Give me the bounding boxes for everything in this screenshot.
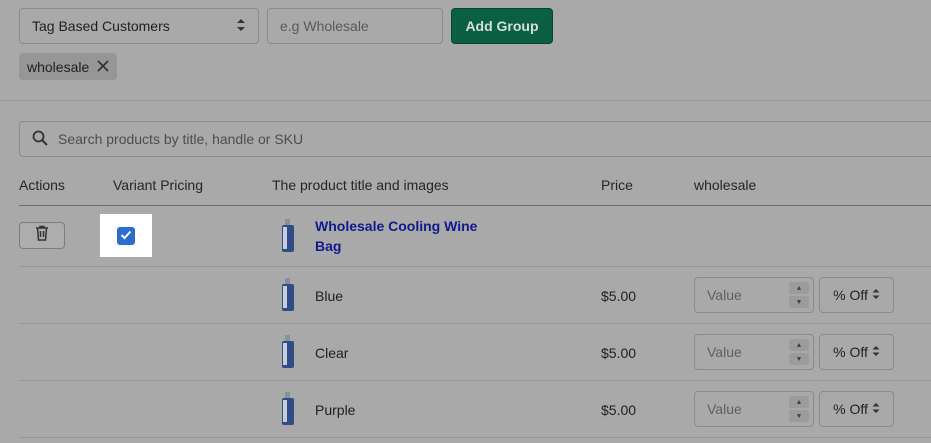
stepper-down-icon[interactable]: ▼ [789, 296, 809, 308]
variant-name: Purple [315, 402, 356, 418]
group-name-placeholder: e.g Wholesale [280, 18, 369, 34]
variant-image [280, 278, 296, 317]
value-stepper[interactable]: ▲ ▼ [789, 282, 809, 308]
stepper-up-icon[interactable]: ▲ [789, 282, 809, 294]
group-name-input[interactable]: e.g Wholesale [267, 8, 443, 44]
trash-icon [35, 225, 49, 246]
discount-type-value: % Off [833, 287, 868, 303]
wholesale-value-input[interactable]: Value ▲ ▼ [694, 277, 814, 313]
header-product-title: The product title and images [272, 177, 449, 193]
tag-chip-label: wholesale [27, 58, 90, 75]
checkmark-icon [120, 227, 132, 245]
select-arrows-icon [872, 344, 880, 360]
add-group-button[interactable]: Add Group [451, 8, 553, 44]
stepper-up-icon[interactable]: ▲ [789, 339, 809, 351]
customer-group-select-value: Tag Based Customers [32, 18, 170, 34]
variant-image [280, 335, 296, 374]
remove-tag-icon[interactable] [97, 59, 109, 75]
stepper-down-icon[interactable]: ▼ [789, 410, 809, 422]
discount-type-value: % Off [833, 401, 868, 417]
variant-price: $5.00 [601, 402, 637, 418]
value-stepper[interactable]: ▲ ▼ [789, 339, 809, 365]
delete-button[interactable] [19, 222, 65, 249]
variant-price: $5.00 [601, 288, 637, 304]
variant-price: $5.00 [601, 345, 637, 361]
header-price: Price [601, 177, 633, 193]
wholesale-value-input[interactable]: Value ▲ ▼ [694, 334, 814, 370]
select-arrows-icon [872, 401, 880, 417]
wholesale-value-input[interactable]: Value ▲ ▼ [694, 391, 814, 427]
row-divider [19, 380, 931, 381]
row-divider [19, 437, 931, 438]
product-search-input[interactable]: Search products by title, handle or SKU [19, 121, 931, 157]
value-stepper[interactable]: ▲ ▼ [789, 396, 809, 422]
value-placeholder: Value [707, 344, 742, 360]
tag-chip: wholesale [19, 53, 118, 80]
customer-group-select[interactable]: Tag Based Customers [19, 8, 259, 44]
section-divider [0, 100, 931, 101]
value-placeholder: Value [707, 287, 742, 303]
value-placeholder: Value [707, 401, 742, 417]
product-image [280, 219, 296, 258]
discount-type-select[interactable]: % Off [819, 391, 894, 427]
select-arrows-icon [872, 287, 880, 303]
header-variant-pricing: Variant Pricing [113, 177, 204, 193]
header-wholesale: wholesale [694, 177, 757, 193]
variant-pricing-checkbox[interactable] [117, 226, 135, 245]
discount-type-select[interactable]: % Off [819, 334, 894, 370]
search-placeholder: Search products by title, handle or SKU [58, 131, 304, 147]
row-divider [19, 323, 931, 324]
product-title-link[interactable]: Wholesale Cooling Wine Bag [315, 216, 485, 256]
row-divider [19, 266, 931, 267]
discount-type-value: % Off [833, 344, 868, 360]
header-divider [19, 205, 931, 206]
discount-type-select[interactable]: % Off [819, 277, 894, 313]
variant-pricing-checkbox-cell [100, 214, 152, 257]
variant-name: Clear [315, 345, 349, 361]
variant-image [280, 392, 296, 431]
variant-name: Blue [315, 288, 344, 304]
stepper-down-icon[interactable]: ▼ [789, 353, 809, 365]
header-actions: Actions [19, 177, 65, 193]
stepper-up-icon[interactable]: ▲ [789, 396, 809, 408]
search-icon [32, 130, 48, 149]
select-arrows-icon [236, 18, 246, 35]
